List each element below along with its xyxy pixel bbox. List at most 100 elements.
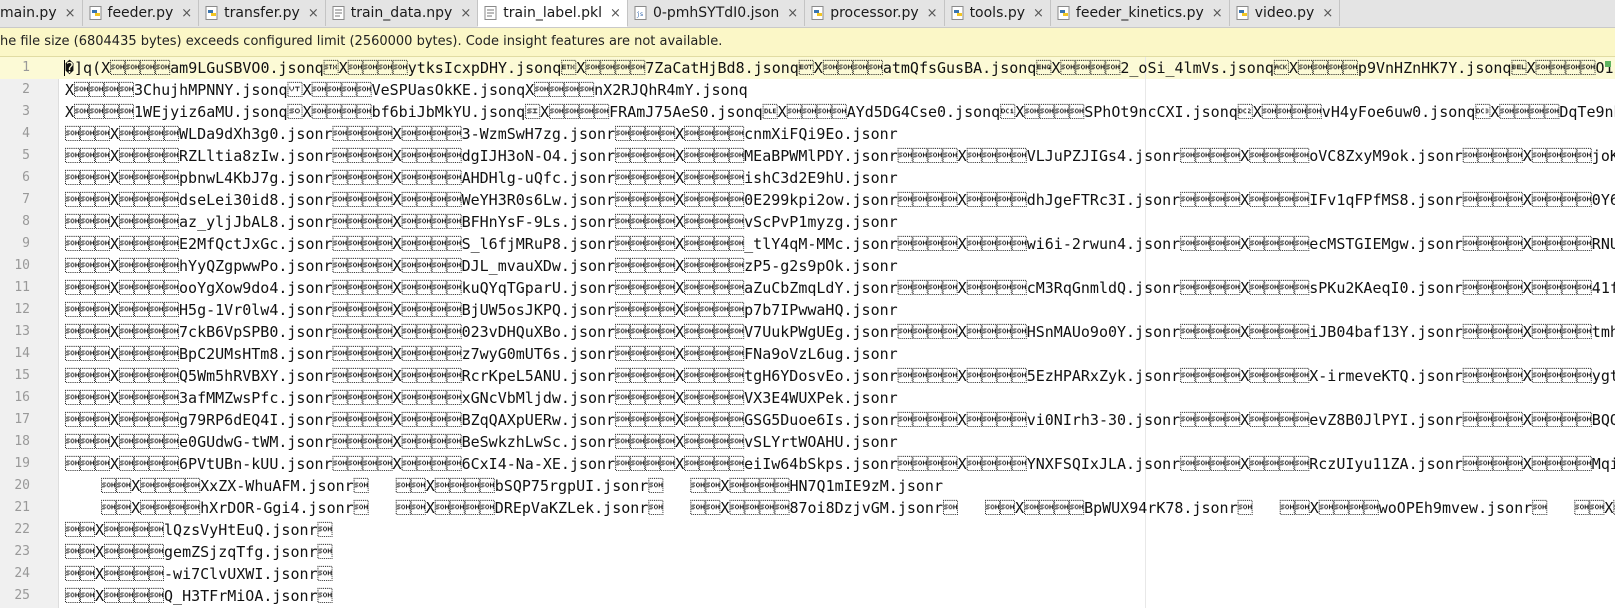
line-text: XH5g-1Vr0lw4.jsonrXBjUW5o…: [65, 301, 898, 319]
code-line[interactable]: 13 X7ckB6VpSPB0.jsonrX023v…: [0, 321, 1615, 343]
python-file-icon: [1057, 6, 1071, 20]
line-text: XQ_H3TFrMiOA.jsonr: [65, 587, 333, 605]
line-text: Xe0GUdwG-tWM.jsonrXBeSwkz…: [65, 433, 898, 451]
code-line[interactable]: 11 XooYgXow9do4.jsonrXkuQY…: [0, 277, 1615, 299]
line-text: XE2MfQctJxGc.jsonrXS_l6fj…: [65, 235, 1615, 253]
code-line[interactable]: 3 X1WEjyiz6aMU.jsonqXbf6biJbMkYU…: [0, 101, 1615, 123]
line-number: 11: [14, 280, 30, 295]
tab-label: processor.py: [830, 5, 919, 21]
code-line[interactable]: 20 XXxZX-WhuAFM.jsonr XbSQP…: [0, 475, 1615, 497]
text-file-icon: [484, 6, 498, 20]
file-size-warning-banner: he file size (6804435 bytes) exceeds con…: [0, 28, 1615, 57]
code-line[interactable]: 2 X3ChujhMPNNY.jsonq XVeSPUasOkKE…: [0, 79, 1615, 101]
code-line[interactable]: 18 Xe0GUdwG-tWM.jsonrXBeSw…: [0, 431, 1615, 453]
line-text: XooYgXow9do4.jsonrXkuQYqT…: [65, 279, 1615, 297]
line-text: X3ChujhMPNNY.jsonq XVeSPUasOkKE.…: [65, 81, 748, 99]
code-line[interactable]: 17 Xg79RP6dEQ4I.jsonrXBZqQ…: [0, 409, 1615, 431]
code-line[interactable]: 16 X3afMMZwsPfc.jsonrXxGNc…: [0, 387, 1615, 409]
line-text: X7ckB6VpSPB0.jsonrX023vDH…: [65, 323, 1615, 341]
code-line[interactable]: 21 XhXrDOR-Ggi4.jsonr XDREp…: [0, 497, 1615, 519]
file-size-warning-text: he file size (6804435 bytes) exceeds con…: [0, 34, 723, 49]
code-line[interactable]: 14 XBpC2UMsHTm8.jsonrXz7wy…: [0, 343, 1615, 365]
close-icon[interactable]: ×: [308, 6, 319, 21]
line-text: XpbnwL4KbJ7g.jsonrXAHDHlg…: [65, 169, 898, 187]
line-text: XlQzsVyHtEuQ.jsonr: [65, 521, 333, 539]
tab-0-pmhsytdi0-json[interactable]: js 0-pmhSYTdI0.json ×: [628, 0, 806, 26]
line-number: 7: [22, 192, 30, 207]
tab-label: train_data.npy: [350, 5, 453, 21]
tab-label: tools.py: [969, 5, 1025, 21]
code-line[interactable]: 10 XhYyQZgpwwPo.jsonrXDJL_…: [0, 255, 1615, 277]
line-number: 23: [14, 544, 30, 559]
line-text: XhYyQZgpwwPo.jsonrXDJL_mv…: [65, 257, 898, 275]
tab-feeder-py[interactable]: feeder.py ×: [83, 0, 200, 26]
code-line[interactable]: 4 XWLDa9dXh3g0.jsonrX3-Wzm…: [0, 123, 1615, 145]
editor-tab-bar: main.py × feeder.py × transfer.py × train_data…: [0, 0, 1615, 28]
code-editor[interactable]: 1 �]q(Xam9LGuSBVO0.jsonqXytksIcx…: [0, 57, 1615, 608]
close-icon[interactable]: ×: [927, 6, 938, 21]
line-number: 8: [22, 214, 30, 229]
close-icon[interactable]: ×: [610, 6, 621, 21]
python-file-icon: [811, 6, 825, 20]
text-file-icon: [332, 6, 346, 20]
line-number: 1: [22, 60, 30, 75]
python-file-icon: [205, 6, 219, 20]
tab-label: feeder.py: [107, 5, 174, 21]
tab-label: train_label.pkl: [503, 5, 603, 21]
line-number: 16: [14, 390, 30, 405]
tab-label: video.py: [1254, 5, 1315, 21]
code-line[interactable]: 23 XgemZSjzqTfg.jsonr: [0, 541, 1615, 563]
code-line[interactable]: 19 X6PVtUBn-kUU.jsonrX6CxI…: [0, 453, 1615, 475]
tab-main-py[interactable]: main.py ×: [0, 0, 83, 26]
python-file-icon: [89, 6, 103, 20]
code-line[interactable]: 5 XRZLltia8zIw.jsonrXdgIJH…: [0, 145, 1615, 167]
line-number: 18: [14, 434, 30, 449]
tab-processor-py[interactable]: processor.py ×: [805, 0, 945, 26]
code-line[interactable]: 25 XQ_H3TFrMiOA.jsonr: [0, 585, 1615, 607]
tab-train-label-pkl[interactable]: train_label.pkl ×: [478, 0, 628, 27]
close-icon[interactable]: ×: [1212, 6, 1223, 21]
code-line[interactable]: 12 XH5g-1Vr0lw4.jsonrXBjUW…: [0, 299, 1615, 321]
close-icon[interactable]: ×: [65, 6, 76, 21]
inspection-status-icon[interactable]: [1605, 61, 1611, 67]
text-caret: [64, 60, 65, 76]
line-text: X3afMMZwsPfc.jsonrXxGNcVb…: [65, 389, 898, 407]
editor-lines[interactable]: 1 �]q(Xam9LGuSBVO0.jsonqXytksIcx…: [0, 57, 1615, 607]
line-text: X-wi7ClvUXWI.jsonr: [65, 565, 333, 583]
line-text: XXxZX-WhuAFM.jsonr XbSQP75r…: [65, 477, 943, 495]
close-icon[interactable]: ×: [181, 6, 192, 21]
tab-transfer-py[interactable]: transfer.py ×: [199, 0, 326, 26]
line-number: 25: [14, 588, 30, 603]
line-text: �]q(Xam9LGuSBVO0.jsonqXytksIcxp…: [65, 59, 1615, 77]
line-number: 4: [22, 126, 30, 141]
python-file-icon: [1236, 6, 1250, 20]
line-number: 10: [14, 258, 30, 273]
python-file-icon: [951, 6, 965, 20]
close-icon[interactable]: ×: [460, 6, 471, 21]
line-number: 9: [22, 236, 30, 251]
line-number: 19: [14, 456, 30, 471]
tab-feeder-kinetics-py[interactable]: feeder_kinetics.py ×: [1051, 0, 1230, 26]
line-text: XdseLei30id8.jsonrXWeYH3R…: [65, 191, 1615, 209]
code-line[interactable]: 6 XpbnwL4KbJ7g.jsonrXAHDHl…: [0, 167, 1615, 189]
line-number: 22: [14, 522, 30, 537]
close-icon[interactable]: ×: [1033, 6, 1044, 21]
line-text: XhXrDOR-Ggi4.jsonr XDREpVaK…: [101, 499, 1615, 517]
close-icon[interactable]: ×: [787, 6, 798, 21]
line-number: 15: [14, 368, 30, 383]
code-line[interactable]: 15 XQ5Wm5hRVBXY.jsonrXRcrK…: [0, 365, 1615, 387]
code-line[interactable]: 22 XlQzsVyHtEuQ.jsonr: [0, 519, 1615, 541]
line-text: X6PVtUBn-kUU.jsonrX6CxI4-…: [65, 455, 1615, 473]
tab-tools-py[interactable]: tools.py ×: [945, 0, 1051, 26]
line-number: 3: [22, 104, 30, 119]
line-number: 14: [14, 346, 30, 361]
code-line[interactable]: 7 XdseLei30id8.jsonrXWeYH3…: [0, 189, 1615, 211]
close-icon[interactable]: ×: [1322, 6, 1333, 21]
tab-train-data-npy[interactable]: train_data.npy ×: [326, 0, 479, 26]
code-line[interactable]: 1 �]q(Xam9LGuSBVO0.jsonqXytksIcx…: [0, 57, 1615, 79]
line-text: Xg79RP6dEQ4I.jsonrXBZqQAX…: [65, 411, 1615, 429]
code-line[interactable]: 8 Xaz_yljJbAL8.jsonrXBFHnY…: [0, 211, 1615, 233]
code-line[interactable]: 24 X-wi7ClvUXWI.jsonr: [0, 563, 1615, 585]
code-line[interactable]: 9 XE2MfQctJxGc.jsonrXS_l6f…: [0, 233, 1615, 255]
tab-video-py[interactable]: video.py ×: [1230, 0, 1341, 26]
